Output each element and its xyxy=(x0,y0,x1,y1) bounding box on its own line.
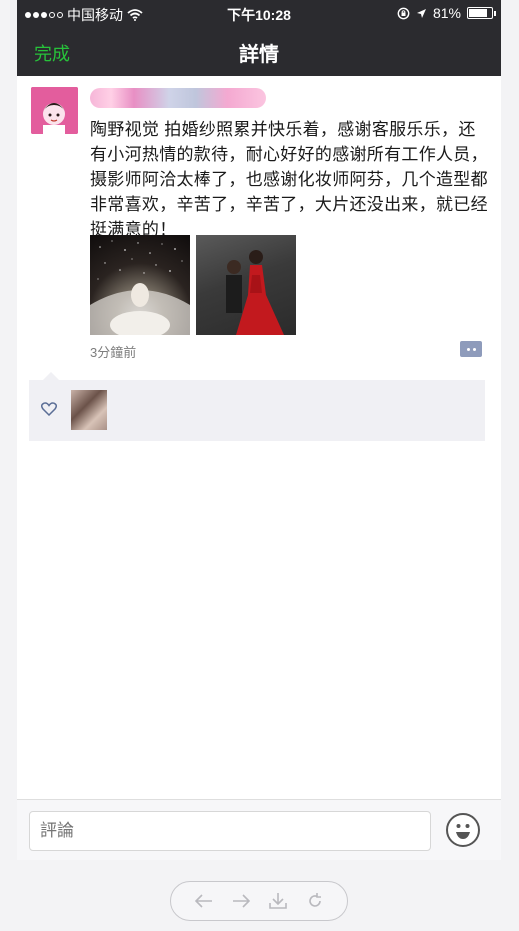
liker-avatar[interactable] xyxy=(71,390,107,430)
lock-rotation-icon xyxy=(397,7,410,19)
likes-section xyxy=(29,372,485,441)
comment-bar xyxy=(17,799,501,860)
browser-controls xyxy=(170,881,348,921)
heart-icon xyxy=(41,402,57,416)
avatar[interactable] xyxy=(31,87,78,134)
post-photo[interactable] xyxy=(196,235,296,335)
post-time: 3分鐘前 xyxy=(90,345,137,360)
status-right: 81% xyxy=(397,5,496,21)
username-blurred[interactable] xyxy=(90,88,266,108)
battery-icon xyxy=(467,7,496,19)
comment-input[interactable] xyxy=(29,811,431,851)
post-text: 陶野视觉 拍婚纱照累并快乐着，感谢客服乐乐，还有小河热情的款待，耐心好好的感谢所… xyxy=(90,120,488,239)
screen: 中国移动 下午10:28 81% 完成 詳情 陶野视觉 拍婚纱照累并快乐着，感谢… xyxy=(17,0,501,860)
forward-arrow-icon[interactable] xyxy=(229,889,253,913)
location-arrow-icon xyxy=(416,8,426,18)
download-icon[interactable] xyxy=(266,889,290,913)
emoji-icon[interactable] xyxy=(446,813,480,847)
post-photo[interactable] xyxy=(90,235,190,335)
page-title: 詳情 xyxy=(239,44,279,66)
battery-percent: 81% xyxy=(432,5,461,21)
back-arrow-icon[interactable] xyxy=(192,889,216,913)
refresh-icon[interactable] xyxy=(303,889,327,913)
status-bar: 中国移动 下午10:28 81% xyxy=(17,0,501,26)
nav-bar: 完成 詳情 xyxy=(17,26,501,76)
comment-more-icon[interactable] xyxy=(460,341,482,357)
